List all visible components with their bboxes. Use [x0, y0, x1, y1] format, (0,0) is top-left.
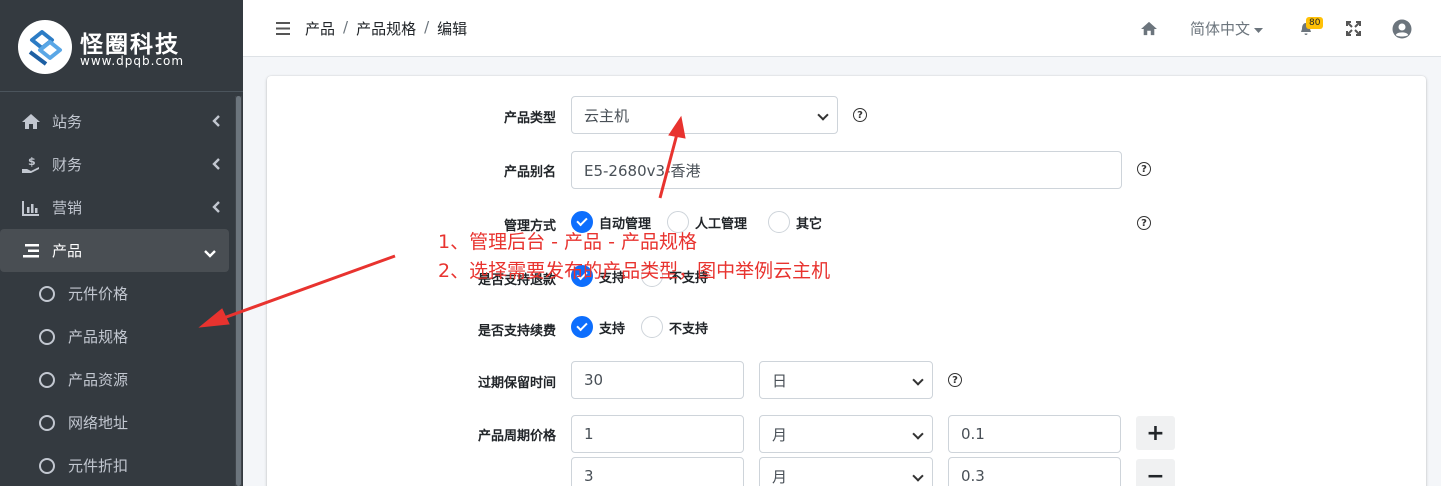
caret-down-icon	[1254, 19, 1264, 38]
top-navbar: 产品 / 产品规格 / 编辑 简体中文 80	[243, 0, 1441, 57]
sidebar-subitem-label: 元件折扣	[68, 457, 129, 475]
brand[interactable]: 怪圈科技 www.dpqb.com	[0, 0, 243, 92]
sidebar-subitem-component-price[interactable]: 元件价格	[0, 272, 235, 315]
circle-icon	[39, 414, 55, 431]
sidebar-subitem-label: 网络地址	[68, 414, 129, 432]
add-row-button[interactable]: +	[1136, 416, 1175, 450]
radio-label: 其它	[796, 216, 823, 232]
sidebar-item-product[interactable]: 产品	[0, 229, 229, 272]
help-icon[interactable]: ?	[1137, 162, 1151, 176]
radio-label: 人工管理	[695, 216, 748, 232]
product-alias-value: E5-2680v3-香港	[584, 161, 701, 180]
radio-unchecked-icon	[768, 211, 790, 233]
sidebar: 怪圈科技 www.dpqb.com 站务 $ 财务 营销 产品 元件价格 产品规…	[0, 0, 243, 486]
remove-row-button[interactable]: −	[1136, 459, 1175, 486]
renew-label: 是否支持续费	[477, 324, 556, 339]
period-price-value: 0.1	[961, 425, 985, 443]
help-icon[interactable]: ?	[948, 373, 962, 387]
chevron-left-icon	[211, 114, 221, 132]
radio-label: 不支持	[669, 321, 709, 337]
circle-icon	[39, 285, 55, 302]
fullscreen-icon[interactable]	[1346, 0, 1361, 57]
svg-text:$: $	[28, 156, 36, 168]
retention-label: 过期保留时间	[477, 376, 556, 391]
brand-url: www.dpqb.com	[80, 54, 185, 68]
sidebar-item-label: 营销	[52, 199, 83, 217]
period-price-input[interactable]: 0.1	[948, 415, 1121, 453]
breadcrumb-separator: /	[424, 18, 430, 36]
user-avatar-icon[interactable]	[1392, 0, 1412, 57]
product-alias-label: 产品别名	[503, 165, 556, 180]
product-type-label: 产品类型	[503, 111, 556, 126]
period-price-label: 产品周期价格	[477, 429, 556, 444]
sidebar-item-label: 站务	[52, 113, 83, 131]
retention-unit-select[interactable]: 日	[759, 361, 933, 399]
sidebar-subitem-label: 元件价格	[68, 285, 129, 303]
bar-chart-icon	[20, 200, 42, 216]
scrollbar-thumb[interactable]	[236, 96, 241, 486]
chevron-down-icon	[203, 245, 217, 263]
period-count-input[interactable]: 1	[571, 415, 744, 453]
home-icon[interactable]	[1140, 0, 1158, 57]
sidebar-subitem-product-spec[interactable]: 产品规格	[0, 315, 235, 358]
sidebar-subitem-product-resource[interactable]: 产品资源	[0, 358, 235, 401]
period-unit-value: 月	[772, 467, 788, 486]
help-icon[interactable]: ?	[1137, 216, 1151, 230]
breadcrumb: 产品 / 产品规格 / 编辑	[305, 18, 467, 39]
period-count-value: 1	[584, 425, 594, 443]
radio-checked-icon	[571, 316, 593, 338]
circle-icon	[39, 371, 55, 388]
sidebar-item-label: 产品	[52, 242, 83, 260]
brand-logo-icon	[18, 20, 72, 74]
period-count-input[interactable]: 3	[571, 457, 744, 486]
sidebar-subitem-label: 产品资源	[68, 371, 129, 389]
chevron-left-icon	[211, 157, 221, 175]
sidebar-nav: 站务 $ 财务 营销 产品 元件价格 产品规格 产品资源 网络地址 元件折扣	[0, 100, 235, 486]
sidebar-scrollbar[interactable]	[235, 96, 242, 486]
circle-icon	[39, 457, 55, 474]
home-icon	[20, 113, 42, 130]
hand-dollar-icon: $	[20, 156, 42, 174]
hamburger-menu-icon[interactable]	[276, 20, 290, 39]
management-other-radio[interactable]: 其它	[768, 211, 822, 233]
breadcrumb-item-product[interactable]: 产品	[305, 18, 335, 39]
period-price-value: 0.3	[961, 467, 985, 485]
breadcrumb-item-product-spec[interactable]: 产品规格	[356, 18, 416, 39]
radio-label: 支持	[599, 321, 626, 337]
renew-yes-radio[interactable]: 支持	[571, 316, 625, 338]
sidebar-item-label: 财务	[52, 156, 83, 174]
product-type-value: 云主机	[584, 106, 630, 125]
renew-no-radio[interactable]: 不支持	[641, 316, 708, 338]
product-type-select[interactable]: 云主机	[571, 96, 838, 134]
list-icon	[20, 243, 42, 259]
annotation-step-2: 2、选择需要发布的产品类型，图中举例云主机	[438, 260, 831, 282]
retention-input[interactable]: 30	[571, 361, 744, 399]
breadcrumb-item-edit: 编辑	[437, 20, 468, 38]
language-label: 简体中文	[1190, 20, 1251, 38]
language-dropdown[interactable]: 简体中文	[1190, 0, 1264, 57]
period-unit-select[interactable]: 月	[759, 457, 933, 486]
notification-badge: 80	[1306, 17, 1324, 29]
period-unit-value: 月	[772, 425, 788, 444]
sidebar-item-station[interactable]: 站务	[0, 100, 235, 143]
period-count-value: 3	[584, 467, 594, 485]
period-price-input[interactable]: 0.3	[948, 457, 1121, 486]
sidebar-subitem-network-address[interactable]: 网络地址	[0, 401, 235, 444]
help-icon[interactable]: ?	[853, 108, 867, 122]
sidebar-item-finance[interactable]: $ 财务	[0, 143, 235, 186]
sidebar-subitem-component-discount[interactable]: 元件折扣	[0, 444, 235, 486]
retention-value: 30	[584, 371, 604, 389]
radio-unchecked-icon	[641, 316, 663, 338]
retention-unit-value: 日	[772, 371, 788, 390]
circle-icon	[39, 328, 55, 345]
annotation-step-1: 1、管理后台 - 产品 - 产品规格	[438, 231, 697, 253]
product-alias-input[interactable]: E5-2680v3-香港	[571, 151, 1122, 189]
chevron-left-icon	[211, 200, 221, 218]
sidebar-subitem-label: 产品规格	[68, 328, 129, 346]
period-unit-select[interactable]: 月	[759, 415, 933, 453]
sidebar-item-marketing[interactable]: 营销	[0, 186, 235, 229]
breadcrumb-separator: /	[343, 18, 349, 36]
